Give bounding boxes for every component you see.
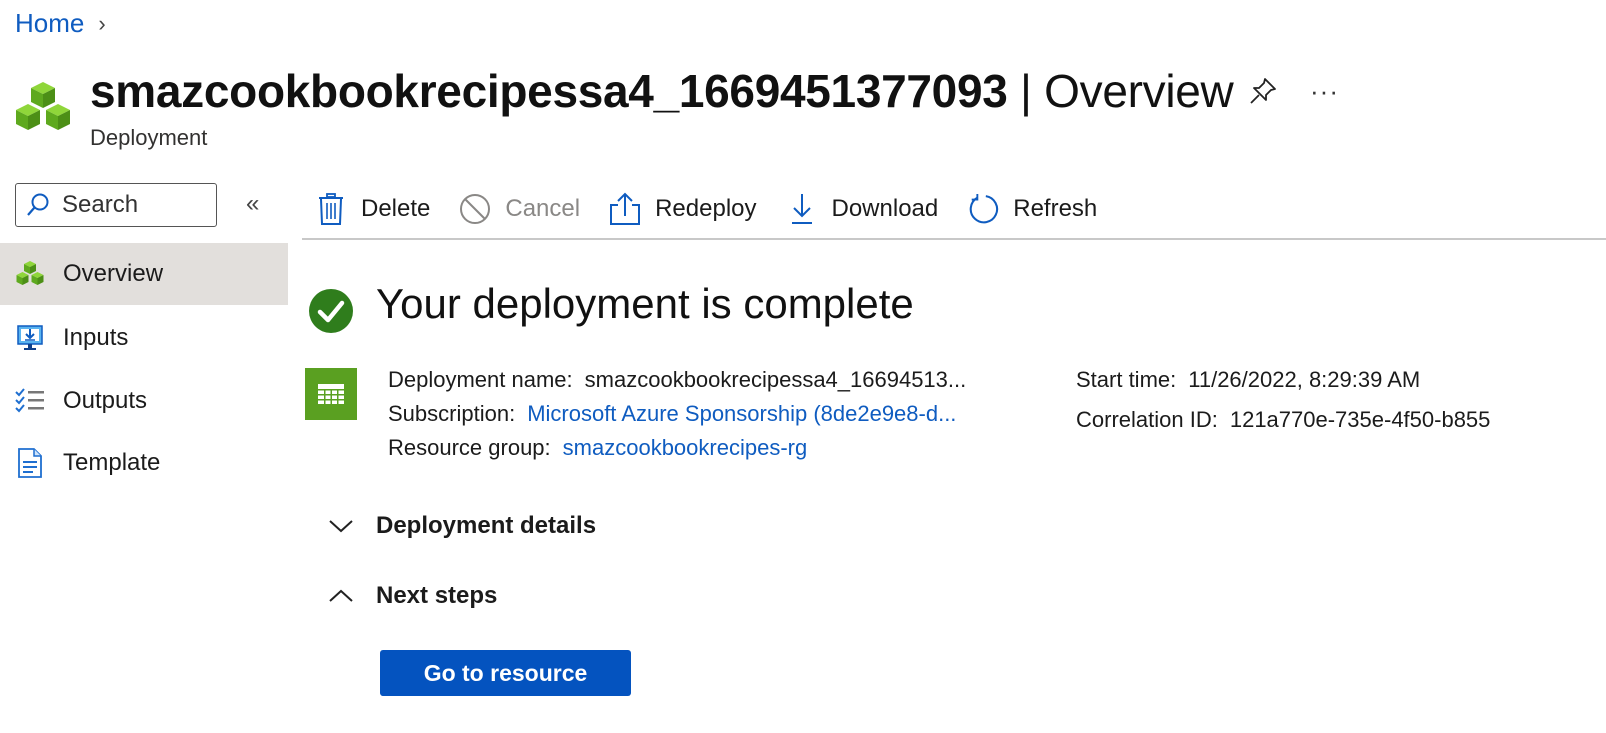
delete-button[interactable]: Delete bbox=[315, 192, 430, 226]
breadcrumb-chevron-icon: › bbox=[98, 10, 106, 36]
refresh-label: Refresh bbox=[1013, 195, 1098, 222]
redeploy-button[interactable]: Redeploy bbox=[609, 192, 757, 226]
download-button[interactable]: Download bbox=[786, 192, 939, 226]
go-to-resource-button[interactable]: Go to resource bbox=[380, 650, 631, 696]
cubes-icon bbox=[15, 259, 45, 289]
deployment-details-toggle[interactable]: Deployment details bbox=[326, 512, 596, 540]
sidebar-item-label: Inputs bbox=[63, 324, 129, 351]
document-icon bbox=[15, 448, 45, 478]
checklist-icon bbox=[15, 386, 45, 416]
correlation-id-value: 121a770e-735e-4f50-b855 bbox=[1229, 407, 1491, 432]
deployment-details-label: Deployment details bbox=[376, 512, 597, 539]
search-icon bbox=[27, 193, 49, 216]
page-subtitle: Deployment bbox=[90, 125, 208, 150]
breadcrumb-home-link[interactable]: Home bbox=[15, 8, 84, 39]
toolbar-divider bbox=[302, 238, 1606, 240]
page-title-view: Overview bbox=[1044, 65, 1234, 117]
sidebar-item-overview[interactable]: Overview bbox=[0, 243, 288, 305]
deployment-cubes-icon bbox=[16, 82, 70, 130]
success-check-icon bbox=[309, 289, 353, 333]
subscription-link[interactable]: Microsoft Azure Sponsorship (8de2e9e8-d.… bbox=[527, 401, 956, 426]
chevron-down-icon bbox=[326, 516, 356, 536]
upload-icon bbox=[609, 192, 641, 226]
chevron-up-icon bbox=[326, 586, 356, 606]
deployment-name-field: Deployment name: smazcookbookrecipessa4_1… bbox=[388, 367, 966, 393]
breadcrumb: Home › bbox=[15, 8, 106, 39]
search-input[interactable] bbox=[60, 190, 204, 220]
pin-icon[interactable] bbox=[1248, 76, 1278, 106]
subscription-label: Subscription: bbox=[388, 401, 516, 426]
sidebar-item-label: Template bbox=[63, 449, 161, 476]
sidebar-item-inputs[interactable]: Inputs bbox=[0, 307, 288, 369]
page-title-separator: | bbox=[1020, 65, 1032, 117]
next-steps-toggle[interactable]: Next steps bbox=[326, 582, 497, 610]
redeploy-label: Redeploy bbox=[655, 195, 757, 222]
delete-label: Delete bbox=[361, 195, 431, 222]
start-time-value: 11/26/2022, 8:29:39 AM bbox=[1188, 367, 1421, 392]
resource-group-link[interactable]: smazcookbookrecipes-rg bbox=[563, 435, 808, 460]
cancel-circle-icon bbox=[459, 192, 491, 226]
resource-group-field: Resource group: smazcookbookrecipes-rg bbox=[388, 435, 807, 461]
cancel-button[interactable]: Cancel bbox=[459, 192, 580, 226]
correlation-id-label: Correlation ID: bbox=[1076, 407, 1218, 432]
deployment-status-heading: Your deployment is complete bbox=[376, 280, 914, 327]
collapse-sidebar-button[interactable]: « bbox=[246, 190, 259, 218]
page-title: smazcookbookrecipessa4_1669451377093 | O… bbox=[90, 64, 1234, 118]
deployment-name-value: smazcookbookrecipessa4_16694513... bbox=[584, 367, 967, 392]
next-steps-label: Next steps bbox=[376, 582, 498, 609]
more-options-button[interactable]: ··· bbox=[1310, 76, 1339, 107]
refresh-icon bbox=[967, 192, 999, 226]
sidebar-item-template[interactable]: Template bbox=[0, 432, 288, 494]
deployment-grid-icon bbox=[305, 368, 357, 420]
sidebar-item-label: Outputs bbox=[63, 387, 148, 414]
start-time-label: Start time: bbox=[1076, 367, 1177, 392]
resource-group-label: Resource group: bbox=[388, 435, 551, 460]
start-time-field: Start time: 11/26/2022, 8:29:39 AM bbox=[1076, 367, 1420, 393]
download-icon bbox=[786, 192, 818, 226]
trash-icon bbox=[315, 192, 347, 226]
page-title-name: smazcookbookrecipessa4_1669451377093 bbox=[90, 65, 1008, 117]
search-box[interactable] bbox=[15, 183, 217, 227]
subscription-field: Subscription: Microsoft Azure Sponsorship… bbox=[388, 401, 956, 427]
sidebar-item-label: Overview bbox=[63, 260, 164, 287]
sidebar-item-outputs[interactable]: Outputs bbox=[0, 370, 288, 432]
monitor-download-icon bbox=[15, 323, 45, 353]
download-label: Download bbox=[831, 195, 939, 222]
cancel-label: Cancel bbox=[505, 195, 581, 222]
refresh-button[interactable]: Refresh bbox=[967, 192, 1097, 226]
command-toolbar: Delete Cancel Redeploy Download Refresh bbox=[302, 180, 1606, 238]
deployment-name-label: Deployment name: bbox=[388, 367, 573, 392]
correlation-id-field: Correlation ID: 121a770e-735e-4f50-b855 bbox=[1076, 407, 1490, 433]
